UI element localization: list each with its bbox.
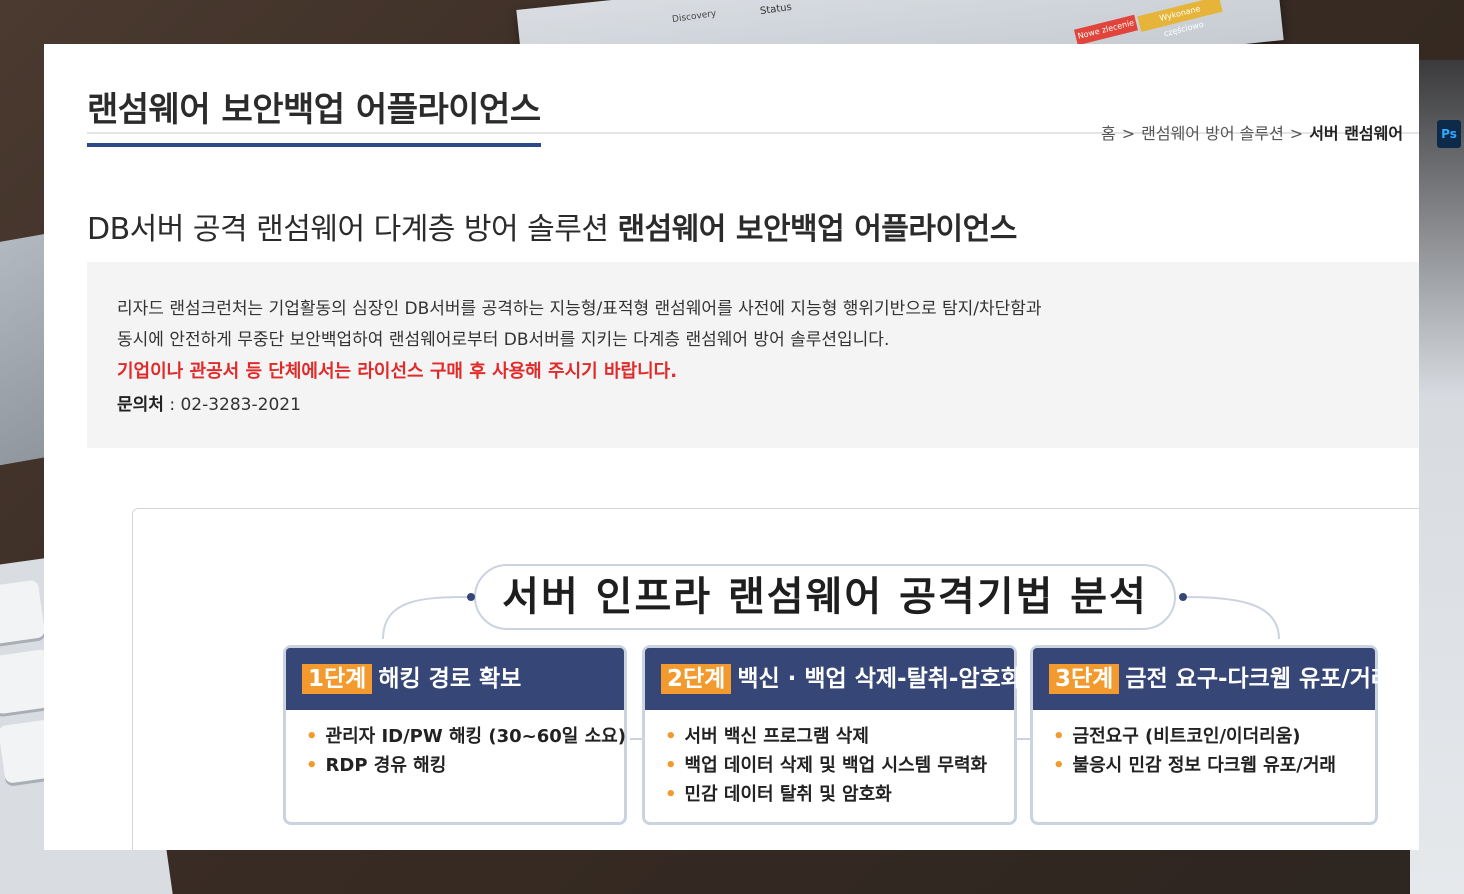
subtitle-emphasis: 랜섬웨어 보안백업 어플라이언스 bbox=[617, 212, 1018, 247]
stage-2-header: 2단계 백신 · 백업 삭제-탈취-암호화 bbox=[645, 648, 1022, 710]
bullet-icon: • bbox=[665, 726, 677, 747]
list-item-text: 백업 데이터 삭제 및 백업 시스템 무력화 bbox=[684, 755, 988, 776]
stage-3-title: 금전 요구-다크웹 유포/거래 bbox=[1125, 666, 1393, 692]
stage-3-header: 3단계 금전 요구-다크웹 유포/거래 bbox=[1033, 648, 1392, 710]
description-line-2: 동시에 안전하게 무중단 보안백업하여 랜섬웨어로부터 DB서버를 지키는 다계… bbox=[117, 330, 890, 350]
infographic-title: 서버 인프라 랜섬웨어 공격기법 분석 bbox=[502, 574, 1148, 620]
bullet-icon: • bbox=[306, 726, 318, 747]
bullet-icon: • bbox=[1053, 755, 1065, 776]
contact-separator: : bbox=[163, 395, 181, 415]
contact-label: 문의처 bbox=[117, 395, 164, 415]
stage-1-header: 1단계 해킹 경로 확보 bbox=[286, 648, 624, 710]
list-item-text: 서버 백신 프로그램 삭제 bbox=[684, 726, 869, 747]
license-warning: 기업이나 관공서 등 단체에서는 라이선스 구매 후 사용해 주시기 바랍니다. bbox=[117, 361, 678, 382]
contact-line: 문의처 : 02-3283-2021 bbox=[117, 390, 301, 415]
breadcrumb: 홈 > 랜섬웨어 방어 솔루션 > 서버 랜섬웨어 bbox=[1101, 120, 1403, 144]
stage-2-title: 백신 · 백업 삭제-탈취-암호화 bbox=[737, 666, 1022, 692]
stage-1-list: • 관리자 ID/PW 해킹 (30~60일 소요) • RDP 경유 해킹 bbox=[306, 722, 626, 780]
breadcrumb-home-link[interactable]: 홈 bbox=[1101, 124, 1116, 143]
list-item-text: 민감 데이터 탈취 및 암호화 bbox=[684, 784, 892, 805]
bullet-icon: • bbox=[665, 755, 677, 776]
breadcrumb-separator: > bbox=[1121, 124, 1136, 143]
stage-2-number: 2단계 bbox=[661, 664, 732, 694]
bullet-icon: • bbox=[306, 755, 318, 776]
attack-analysis-infographic: 서버 인프라 랜섬웨어 공격기법 분석 1단계 해킹 경로 확보 • 관리자 ID/… bbox=[132, 508, 1419, 850]
product-description-box: 리자드 랜섬크런처는 기업활동의 심장인 DB서버를 공격하는 지능형/표적형 … bbox=[87, 262, 1419, 448]
breadcrumb-ransomware-solution-link[interactable]: 랜섬웨어 방어 솔루션 bbox=[1141, 124, 1284, 143]
list-item-text: 관리자 ID/PW 해킹 (30~60일 소요) bbox=[325, 726, 626, 747]
stage-1-title: 해킹 경로 확보 bbox=[378, 666, 522, 692]
list-item: • 금전요구 (비트코인/이더리움) bbox=[1053, 722, 1336, 751]
bullet-icon: • bbox=[665, 784, 677, 805]
list-item: • RDP 경유 해킹 bbox=[306, 751, 626, 780]
stage-3-list: • 금전요구 (비트코인/이더리움) • 불응시 민감 정보 다크웹 유포/거래 bbox=[1053, 722, 1336, 780]
breadcrumb-separator: > bbox=[1289, 124, 1304, 143]
section-subtitle: DB서버 공격 랜섬웨어 다계층 방어 솔루션 랜섬웨어 보안백업 어플라이언스 bbox=[87, 204, 1017, 248]
list-item-text: 불응시 민감 정보 다크웹 유포/거래 bbox=[1072, 755, 1336, 776]
breadcrumb-current: 서버 랜섬웨어 bbox=[1309, 124, 1404, 143]
stage-1-card: 1단계 해킹 경로 확보 • 관리자 ID/PW 해킹 (30~60일 소요) • R… bbox=[283, 645, 627, 825]
bullet-icon: • bbox=[1053, 726, 1065, 747]
list-item: • 서버 백신 프로그램 삭제 bbox=[665, 722, 987, 751]
list-item: • 민감 데이터 탈취 및 암호화 bbox=[665, 780, 987, 809]
stage-1-number: 1단계 bbox=[302, 664, 373, 694]
title-row: 랜섬웨어 보안백업 어플라이언스 홈 > 랜섬웨어 방어 솔루션 > 서버 랜섬웨어 bbox=[87, 74, 1419, 147]
stage-2-card: 2단계 백신 · 백업 삭제-탈취-암호화 • 서버 백신 프로그램 삭제 • 백업 … bbox=[642, 645, 1022, 825]
page-title: 랜섬웨어 보안백업 어플라이언스 bbox=[87, 82, 541, 147]
contact-phone: 02-3283-2021 bbox=[180, 395, 301, 415]
subtitle-prefix: DB서버 공격 랜섬웨어 다계층 방어 솔루션 bbox=[87, 212, 618, 247]
stage-3-card: 3단계 금전 요구-다크웹 유포/거래 • 금전요구 (비트코인/이더리움) • 불응… bbox=[1030, 645, 1392, 825]
list-item-text: 금전요구 (비트코인/이더리움) bbox=[1072, 726, 1301, 747]
description-line-1: 리자드 랜섬크런처는 기업활동의 심장인 DB서버를 공격하는 지능형/표적형 … bbox=[117, 299, 1042, 319]
web-page: 랜섬웨어 보안백업 어플라이언스 홈 > 랜섬웨어 방어 솔루션 > 서버 랜섬웨어 D… bbox=[44, 44, 1419, 850]
list-item: • 불응시 민감 정보 다크웹 유포/거래 bbox=[1053, 751, 1336, 780]
stage-3-number: 3단계 bbox=[1049, 664, 1120, 694]
list-item: • 관리자 ID/PW 해킹 (30~60일 소요) bbox=[306, 722, 626, 751]
list-item: • 백업 데이터 삭제 및 백업 시스템 무력화 bbox=[665, 751, 987, 780]
stage-2-list: • 서버 백신 프로그램 삭제 • 백업 데이터 삭제 및 백업 시스템 무력화 •… bbox=[665, 722, 987, 809]
background-key bbox=[0, 579, 46, 646]
photoshop-icon: Ps bbox=[1437, 120, 1461, 148]
list-item-text: RDP 경유 해킹 bbox=[325, 755, 447, 776]
